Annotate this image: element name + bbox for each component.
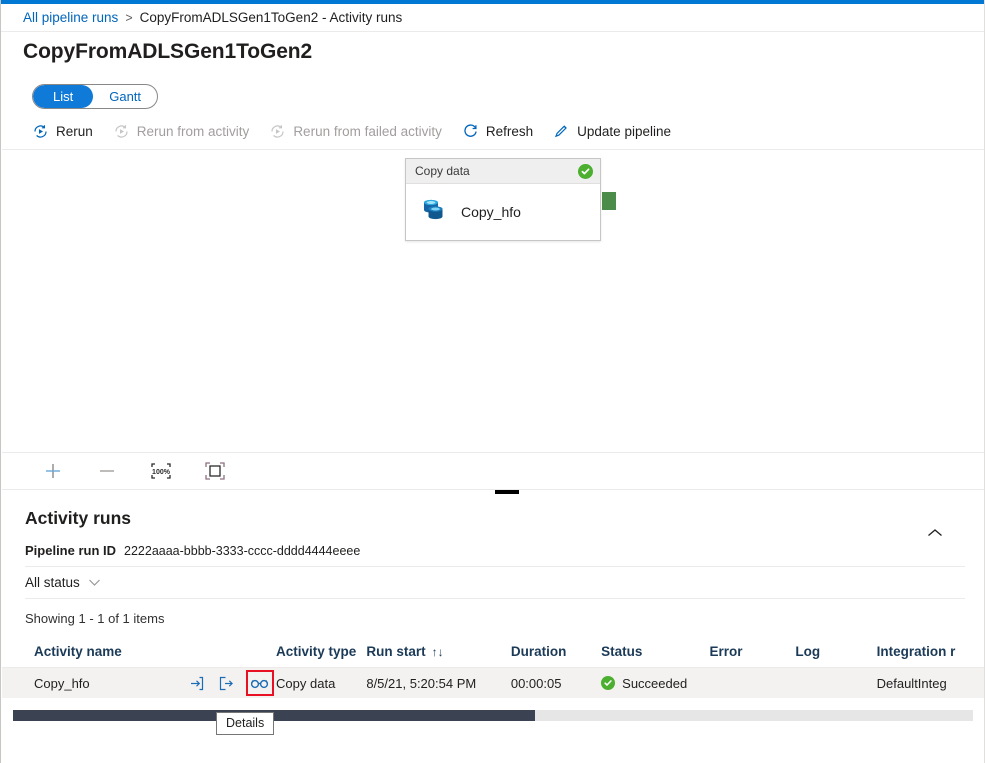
zoom-in-icon[interactable] — [40, 458, 66, 484]
pencil-icon — [553, 123, 570, 140]
pipeline-run-id-label: Pipeline run ID — [25, 543, 117, 558]
input-icon[interactable] — [186, 673, 208, 693]
activity-runs-title: Activity runs — [25, 508, 131, 528]
view-toggle-gantt[interactable]: Gantt — [93, 85, 157, 108]
horizontal-scrollbar-track[interactable] — [13, 710, 973, 721]
update-pipeline-label: Update pipeline — [577, 124, 671, 139]
showing-items-text: Showing 1 - 1 of 1 items — [25, 611, 165, 626]
success-check-icon — [578, 163, 593, 179]
cell-integration-runtime: DefaultInteg — [876, 675, 947, 691]
zoom-out-icon[interactable] — [94, 458, 120, 484]
activity-node-header: Copy data — [406, 159, 600, 184]
status-filter-label: All status — [25, 575, 80, 590]
activity-node-name: Copy_hfo — [461, 204, 521, 220]
update-pipeline-button[interactable]: Update pipeline — [553, 123, 671, 140]
fit-to-screen-icon[interactable] — [202, 458, 228, 484]
column-header-run-start[interactable]: Run start ↑↓ — [366, 644, 511, 659]
output-icon[interactable] — [216, 673, 238, 693]
pipeline-run-id-value: 2222aaaa-bbbb-3333-cccc-dddd4444eeee — [124, 544, 361, 558]
column-header-integration-runtime[interactable]: Integration r — [877, 644, 984, 659]
rerun-from-activity-icon — [113, 123, 130, 140]
column-header-log[interactable]: Log — [795, 644, 876, 659]
activity-node-type-label: Copy data — [415, 164, 470, 178]
page-title: CopyFromADLSGen1ToGen2 — [23, 40, 313, 63]
status-filter-dropdown[interactable]: All status — [25, 575, 101, 590]
panel-resize-handle[interactable] — [495, 490, 519, 494]
activity-node-output-connector[interactable] — [602, 192, 616, 210]
activity-runs-panel: Activity runs Pipeline run ID 2222aaaa-b… — [2, 496, 984, 762]
pipeline-run-id: Pipeline run ID 2222aaaa-bbbb-3333-cccc-… — [25, 543, 360, 558]
sort-arrows-icon: ↑↓ — [431, 644, 444, 659]
svg-text:100%: 100% — [152, 469, 171, 476]
view-toggle-list[interactable]: List — [33, 85, 94, 108]
activity-node-copy-data[interactable]: Copy data Copy_hfo — [405, 158, 601, 241]
refresh-button[interactable]: Refresh — [462, 123, 533, 140]
cell-row-actions — [186, 670, 276, 696]
view-toggle: List Gantt — [32, 84, 159, 109]
activity-runs-table: Activity name Activity type Run start ↑↓… — [2, 636, 984, 698]
breadcrumb-current: CopyFromADLSGen1ToGen2 - Activity runs — [139, 10, 403, 25]
pipeline-canvas[interactable]: Copy data Copy_hfo — [2, 150, 984, 450]
cell-activity-name: Copy_hfo — [34, 675, 90, 691]
breadcrumb: All pipeline runs > CopyFromADLSGen1ToGe… — [1, 4, 984, 32]
rerun-icon — [32, 123, 49, 140]
refresh-icon — [462, 123, 479, 140]
column-header-activity-type[interactable]: Activity type — [276, 644, 366, 659]
activity-node-body: Copy_hfo — [406, 184, 600, 240]
rerun-button[interactable]: Rerun — [32, 123, 93, 140]
rerun-label: Rerun — [56, 124, 93, 139]
chevron-down-icon — [88, 575, 101, 590]
rerun-from-failed-activity-icon — [269, 123, 286, 140]
cell-activity-type: Copy data — [276, 675, 336, 691]
success-check-icon — [601, 676, 616, 690]
column-header-run-start-label: Run start — [366, 644, 426, 659]
details-glasses-icon[interactable] — [245, 670, 274, 696]
column-header-error[interactable]: Error — [710, 644, 796, 659]
rerun-from-activity-button: Rerun from activity — [113, 123, 250, 140]
breadcrumb-link-all-pipeline-runs[interactable]: All pipeline runs — [23, 10, 118, 25]
rerun-from-failed-activity-button: Rerun from failed activity — [269, 123, 442, 140]
zoom-to-100-icon[interactable]: 100% — [148, 458, 174, 484]
table-header-row: Activity name Activity type Run start ↑↓… — [2, 636, 984, 668]
filter-bar: All status — [25, 566, 965, 599]
cell-run-start: 8/5/21, 5:20:54 PM — [366, 675, 477, 691]
cell-duration: 00:00:05 — [510, 675, 562, 691]
column-header-duration[interactable]: Duration — [511, 644, 601, 659]
command-bar: Rerun Rerun from activity Rerun from fai… — [2, 114, 984, 150]
activity-runs-page: All pipeline runs > CopyFromADLSGen1ToGe… — [0, 0, 985, 763]
rerun-from-activity-label: Rerun from activity — [136, 124, 250, 139]
copy-data-icon — [420, 197, 448, 228]
canvas-zoom-toolbar: 100% — [2, 452, 984, 490]
cell-status: Succeeded — [601, 676, 709, 691]
rerun-from-failed-activity-label: Rerun from failed activity — [293, 124, 442, 139]
column-header-status[interactable]: Status — [601, 644, 709, 659]
chevron-up-icon[interactable] — [923, 521, 947, 545]
column-header-activity-name[interactable]: Activity name — [2, 644, 186, 659]
breadcrumb-separator: > — [125, 10, 133, 25]
table-row[interactable]: Copy_hfo Copy data 8/5/21, 5:20:54 PM 00… — [2, 668, 984, 698]
refresh-label: Refresh — [485, 124, 534, 139]
details-tooltip: Details — [216, 712, 275, 735]
status-badge: Succeeded — [622, 675, 688, 691]
